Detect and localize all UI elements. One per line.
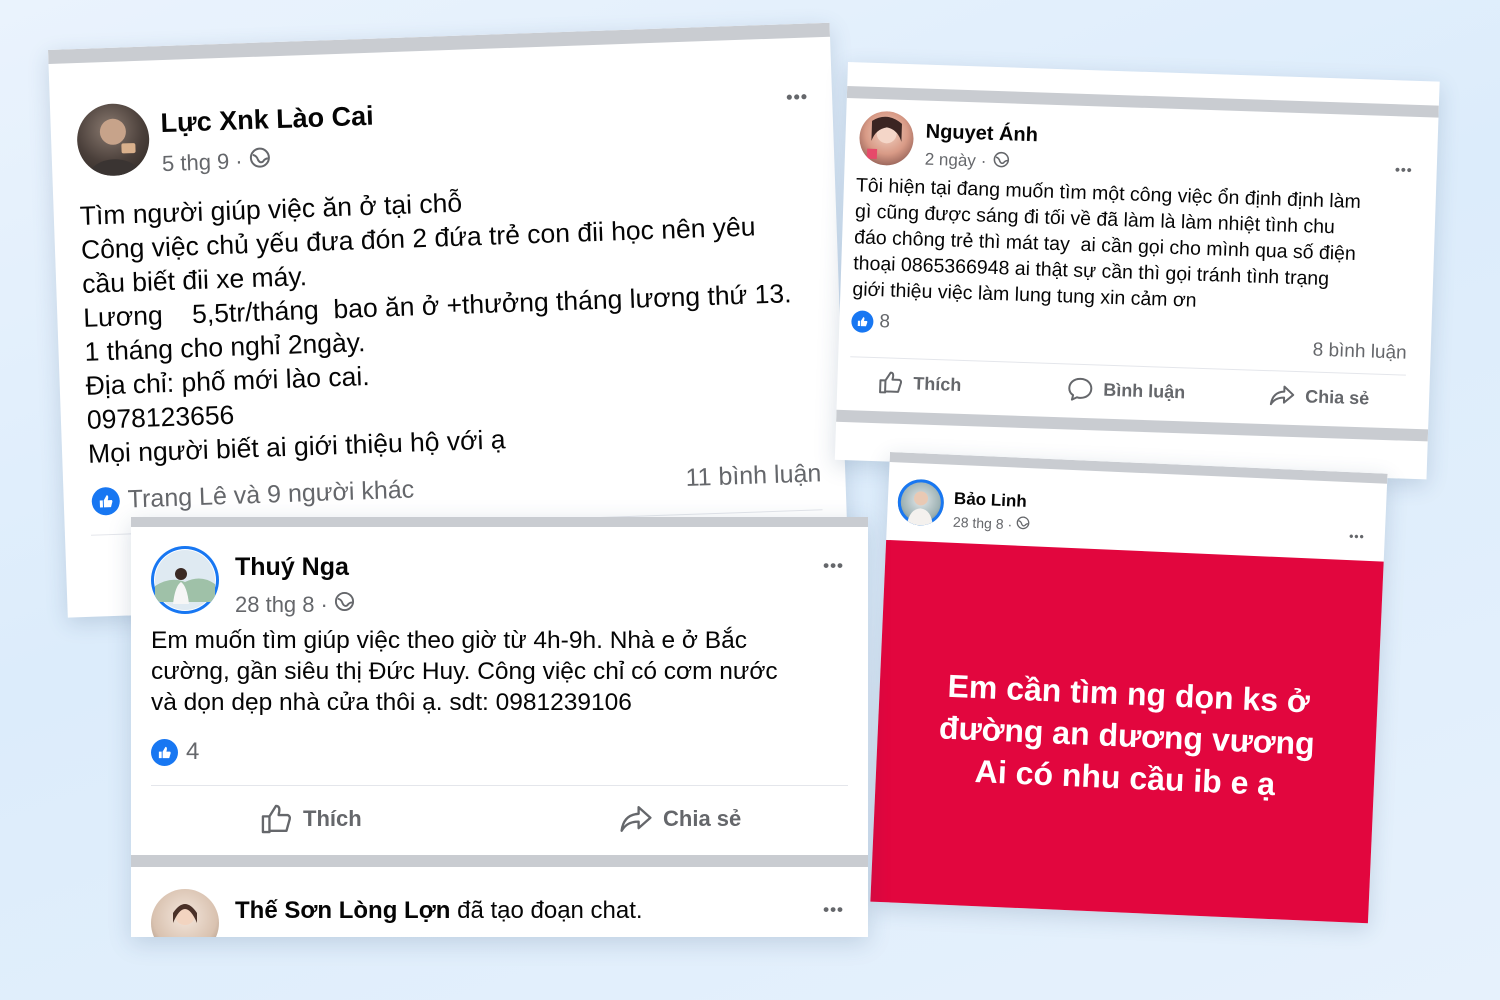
post-meta: 2 ngày · <box>924 149 1009 174</box>
meta-dot: · <box>320 591 328 617</box>
comment-icon <box>1068 377 1093 401</box>
post-card-thuy-nga: Thuý Nga 28 thg 8 · ••• Em muốn tìm giúp… <box>131 517 868 937</box>
post-meta: 28 thg 8 · <box>235 591 355 618</box>
thumbs-up-icon <box>261 804 292 834</box>
post-separator <box>131 855 868 867</box>
post-separator <box>836 409 1429 442</box>
post-body: Tôi hiện tại đang muốn tìm một công việc… <box>852 172 1361 319</box>
like-reaction-icon <box>151 738 178 766</box>
next-post-activity: đã tạo đoạn chat. <box>450 897 643 924</box>
like-label: Thích <box>303 806 362 831</box>
author-name[interactable]: Bảo Linh <box>954 489 1027 512</box>
body-line: cường, gần siêu thị Đức Huy. Công việc c… <box>151 658 778 685</box>
author-name[interactable]: Thuý Nga <box>235 553 349 582</box>
comment-button[interactable]: Bình luận <box>1067 375 1186 405</box>
post-meta: 5 thg 9 · <box>162 146 272 178</box>
more-options-icon[interactable]: ••• <box>823 901 844 918</box>
share-label: Chia sẻ <box>1304 385 1370 408</box>
post-separator <box>48 22 831 64</box>
divider <box>151 785 848 786</box>
share-button[interactable]: Chia sẻ <box>619 802 741 836</box>
reaction-summary[interactable]: Trang Lê và 9 người khác <box>91 475 415 516</box>
post-card-nguyet-anh: Nguyet Ánh 2 ngày · ••• Tôi hiện tại đan… <box>834 62 1440 480</box>
like-reaction-icon <box>91 486 121 516</box>
post-meta: 28 thg 8 · <box>953 513 1031 533</box>
share-icon <box>620 806 652 832</box>
more-options-icon[interactable]: ••• <box>786 87 809 108</box>
post-separator <box>846 85 1439 118</box>
meta-dot: · <box>1007 515 1013 532</box>
meta-dot: · <box>980 151 987 171</box>
author-name[interactable]: Nguyet Ánh <box>925 121 1038 148</box>
reaction-text: Trang Lê và 9 người khác <box>127 475 415 514</box>
globe-icon <box>992 151 1010 174</box>
like-reaction-icon <box>851 310 874 333</box>
post-time[interactable]: 5 thg 9 <box>162 149 230 177</box>
reaction-count: 4 <box>186 738 200 765</box>
body-line: Em muốn tìm giúp việc theo giờ từ 4h-9h.… <box>151 627 747 654</box>
post-body: Tìm người giúp việc ăn ở tại chỗ Công vi… <box>79 174 797 471</box>
like-label: Thích <box>913 372 962 395</box>
reaction-summary[interactable]: 4 <box>151 738 199 766</box>
globe-icon <box>1016 516 1031 534</box>
like-button[interactable]: Thích <box>877 369 962 398</box>
reaction-summary[interactable]: 8 <box>851 310 890 333</box>
next-post-avatar[interactable] <box>151 889 219 937</box>
avatar[interactable] <box>896 478 945 527</box>
post-body: Em muốn tìm giúp việc theo giờ từ 4h-9h.… <box>151 625 778 718</box>
comment-label: Bình luận <box>1102 379 1186 402</box>
avatar[interactable] <box>858 110 915 167</box>
reaction-count: 8 <box>879 311 891 333</box>
avatar[interactable] <box>75 102 151 178</box>
share-button[interactable]: Chia sẻ <box>1269 382 1370 411</box>
share-icon <box>1269 385 1295 406</box>
body-line: và dọn dẹp nhà cửa thôi ạ. sdt: 09812391… <box>151 689 632 716</box>
next-post-header: Thế Sơn Lòng Lợn đã tạo đoạn chat. <box>235 897 643 925</box>
post-time[interactable]: 28 thg 8 <box>235 592 315 618</box>
comments-count[interactable]: 11 bình luận <box>685 459 822 493</box>
next-post-author[interactable]: Thế Sơn Lòng Lợn <box>235 897 450 924</box>
avatar[interactable] <box>151 546 219 614</box>
globe-icon <box>248 146 271 175</box>
like-button[interactable]: Thích <box>259 802 362 836</box>
author-name[interactable]: Lực Xnk Lào Cai <box>160 101 374 139</box>
more-options-icon[interactable]: ••• <box>1395 161 1413 178</box>
thumbs-up-icon <box>879 371 903 394</box>
text-banner: Em cần tìm ng dọn ks ở đường an dương vư… <box>870 539 1388 924</box>
globe-icon <box>334 591 355 618</box>
post-separator <box>131 517 868 527</box>
share-label: Chia sẻ <box>663 806 742 831</box>
post-time[interactable]: 28 thg 8 <box>953 513 1004 531</box>
more-options-icon[interactable]: ••• <box>1349 529 1365 544</box>
comments-count[interactable]: 8 bình luận <box>1312 340 1407 365</box>
meta-dot: · <box>234 148 244 174</box>
more-options-icon[interactable]: ••• <box>823 557 844 574</box>
post-time[interactable]: 2 ngày <box>924 150 977 172</box>
post-card-bao-linh: Bảo Linh 28 thg 8 · ••• Em cần tìm ng dọ… <box>870 452 1388 924</box>
